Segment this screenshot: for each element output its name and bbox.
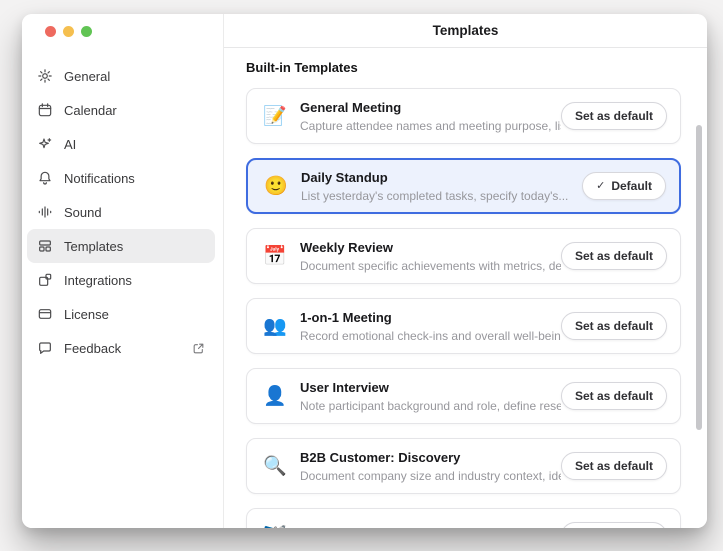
set-as-default-button[interactable]: Set as default — [561, 312, 667, 340]
traffic-lights — [45, 26, 223, 37]
two-people-emoji: 👥 — [262, 317, 288, 336]
template-card-daily-standup[interactable]: 🙂 Daily Standup List yesterday's complet… — [246, 158, 681, 214]
sidebar-item-label: Notifications — [64, 171, 135, 186]
default-badge-button[interactable]: ✓ Default — [582, 172, 666, 200]
check-icon: ✓ — [596, 181, 605, 192]
settings-window: General Calendar AI — [22, 14, 707, 528]
set-as-default-button[interactable]: Set as default — [561, 452, 667, 480]
template-card-b2b-pilot[interactable]: ✈️ B2B Customer: Pilot Set as default — [246, 508, 681, 528]
sidebar-item-ai[interactable]: AI — [27, 127, 215, 161]
template-description: Capture attendee names and meeting purpo… — [300, 119, 561, 133]
external-link-icon — [192, 342, 205, 355]
sidebar-item-integrations[interactable]: Integrations — [27, 263, 215, 297]
main-pane: Templates Built-in Templates 📝 General M… — [224, 14, 707, 528]
template-name: Daily Standup — [301, 170, 568, 186]
sidebar-item-calendar[interactable]: Calendar — [27, 93, 215, 127]
template-card-1-on-1-meeting[interactable]: 👥 1-on-1 Meeting Record emotional check-… — [246, 298, 681, 354]
feedback-bubble-icon — [37, 340, 53, 356]
template-description: Document specific achievements with metr… — [300, 259, 561, 273]
sidebar-item-general[interactable]: General — [27, 59, 215, 93]
page-title: Templates — [433, 23, 499, 38]
template-card-weekly-review[interactable]: 📅 Weekly Review Document specific achiev… — [246, 228, 681, 284]
magnifier-emoji: 🔍 — [262, 457, 288, 476]
sidebar-item-label: Sound — [64, 205, 102, 220]
sidebar-item-label: License — [64, 307, 109, 322]
title-bar: Templates — [224, 14, 707, 48]
template-name: User Interview — [300, 380, 561, 396]
sound-wave-icon — [37, 204, 53, 220]
sidebar-item-label: Feedback — [64, 341, 121, 356]
template-card-b2b-discovery[interactable]: 🔍 B2B Customer: Discovery Document compa… — [246, 438, 681, 494]
template-name: Weekly Review — [300, 240, 561, 256]
templates-grid-icon — [37, 238, 53, 254]
set-as-default-button[interactable]: Set as default — [561, 382, 667, 410]
gear-icon — [37, 68, 53, 84]
smiley-emoji: 🙂 — [263, 177, 289, 196]
sidebar-item-templates[interactable]: Templates — [27, 229, 215, 263]
sidebar-item-label: Calendar — [64, 103, 117, 118]
close-window-button[interactable] — [45, 26, 56, 37]
sidebar-item-label: Templates — [64, 239, 123, 254]
sidebar-item-label: General — [64, 69, 110, 84]
sidebar-item-notifications[interactable]: Notifications — [27, 161, 215, 195]
set-as-default-button[interactable]: Set as default — [561, 242, 667, 270]
sidebar-item-label: AI — [64, 137, 76, 152]
sparkles-icon — [37, 136, 53, 152]
bell-icon — [37, 170, 53, 186]
set-as-default-button[interactable]: Set as default — [561, 102, 667, 130]
airplane-emoji: ✈️ — [262, 527, 288, 529]
calendar-icon — [37, 102, 53, 118]
set-as-default-button[interactable]: Set as default — [561, 522, 667, 528]
memo-emoji: 📝 — [262, 107, 288, 126]
sidebar-item-feedback[interactable]: Feedback — [27, 331, 215, 365]
person-emoji: 👤 — [262, 387, 288, 406]
template-name: General Meeting — [300, 100, 561, 116]
template-card-user-interview[interactable]: 👤 User Interview Note participant backgr… — [246, 368, 681, 424]
template-name: B2B Customer: Pilot — [300, 527, 426, 529]
template-description: Document company size and industry conte… — [300, 469, 561, 483]
template-description: Record emotional check-ins and overall w… — [300, 329, 561, 343]
license-card-icon — [37, 306, 53, 322]
minimize-window-button[interactable] — [63, 26, 74, 37]
template-description: Note participant background and role, de… — [300, 399, 561, 413]
sidebar-item-license[interactable]: License — [27, 297, 215, 331]
section-title: Built-in Templates — [246, 60, 681, 76]
sidebar-item-sound[interactable]: Sound — [27, 195, 215, 229]
scrollbar[interactable] — [696, 125, 702, 430]
sidebar-item-label: Integrations — [64, 273, 132, 288]
templates-list: Built-in Templates 📝 General Meeting Cap… — [224, 48, 707, 528]
integrations-icon — [37, 272, 53, 288]
calendar-emoji: 📅 — [262, 247, 288, 266]
template-name: 1-on-1 Meeting — [300, 310, 561, 326]
template-description: List yesterday's completed tasks, specif… — [301, 189, 568, 203]
sidebar: General Calendar AI — [22, 14, 224, 528]
template-card-general-meeting[interactable]: 📝 General Meeting Capture attendee names… — [246, 88, 681, 144]
zoom-window-button[interactable] — [81, 26, 92, 37]
sidebar-nav: General Calendar AI — [22, 59, 223, 365]
template-name: B2B Customer: Discovery — [300, 450, 561, 466]
